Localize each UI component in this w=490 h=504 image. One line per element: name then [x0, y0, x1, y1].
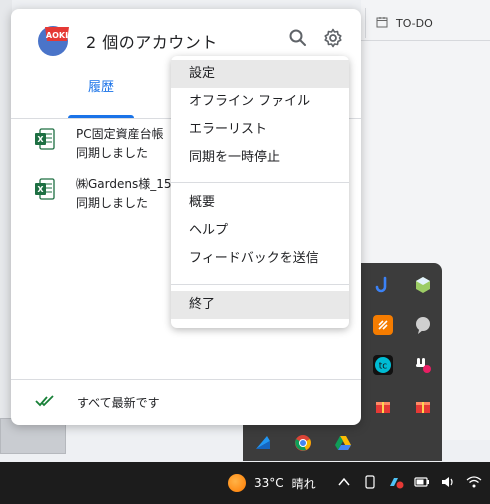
temperature-text: 33°C	[254, 476, 284, 490]
search-icon[interactable]	[287, 27, 309, 49]
settings-gear-icon[interactable]	[322, 27, 344, 49]
menu-divider	[171, 182, 349, 183]
tray-app-icon-chrome[interactable]	[293, 433, 313, 453]
file-sync-status: 同期しました	[76, 146, 149, 160]
menu-item-offline-files[interactable]: オフライン ファイル	[171, 88, 349, 116]
file-sync-status: 同期しました	[76, 196, 149, 210]
tray-app-icon-cube[interactable]	[413, 275, 433, 295]
svg-text:X: X	[37, 135, 44, 144]
tray-app-icon-google-drive[interactable]	[333, 433, 353, 453]
check-all-icon	[35, 392, 57, 410]
tray-app-icon-orange[interactable]	[373, 315, 393, 335]
weather-widget[interactable]: 33°C 晴れ	[228, 462, 316, 504]
svg-text:tc: tc	[379, 362, 388, 372]
tray-app-icon-gift-2[interactable]	[413, 395, 433, 415]
tab-history[interactable]: 履歴	[68, 71, 134, 119]
tray-app-icon-bubble[interactable]	[413, 315, 433, 335]
taskbar: 33°C 晴れ	[0, 462, 490, 504]
wifi-icon[interactable]	[466, 475, 482, 492]
volume-icon[interactable]	[440, 475, 456, 492]
sun-icon	[228, 474, 246, 492]
excel-icon: X	[34, 177, 56, 201]
background-divider	[361, 40, 490, 41]
active-tab-indicator	[68, 115, 134, 118]
file-name: ㈱Gardens様_15	[76, 177, 172, 191]
popup-footer: すべて最新です	[11, 379, 361, 425]
menu-item-about[interactable]: 概要	[171, 189, 349, 217]
tray-app-icon-tc[interactable]: tc	[373, 355, 393, 375]
excel-icon: X	[34, 127, 56, 151]
tray-app-icon-arrow[interactable]	[253, 433, 273, 453]
menu-item-send-feedback[interactable]: フィードバックを送信	[171, 245, 349, 273]
menu-item-help[interactable]: ヘルプ	[171, 217, 349, 245]
tray-app-icon-gift-1[interactable]	[373, 395, 393, 415]
file-name: PC固定資産台帳	[76, 127, 164, 141]
system-tray	[336, 462, 482, 504]
account-title[interactable]: 2 個のアカウント	[86, 29, 218, 53]
menu-item-error-list[interactable]: エラーリスト	[171, 116, 349, 144]
settings-menu: 設定 オフライン ファイル エラーリスト 同期を一時停止 概要 ヘルプ フィード…	[171, 56, 349, 328]
svg-text:X: X	[37, 185, 44, 194]
avatar-logo-text: AOKI	[46, 31, 68, 40]
chevron-up-icon[interactable]	[336, 476, 352, 490]
menu-item-quit[interactable]: 終了	[171, 291, 349, 319]
calendar-icon	[376, 16, 388, 31]
menu-item-pause-sync[interactable]: 同期を一時停止	[171, 144, 349, 172]
background-app-tab[interactable]: TO-DO	[365, 8, 490, 38]
weather-text: 晴れ	[291, 476, 316, 491]
tray-app-icon-slack[interactable]	[413, 355, 433, 375]
drive-sync-error-icon[interactable]	[388, 475, 404, 492]
background-app-tab-label: TO-DO	[396, 16, 433, 30]
sync-status-text: すべて最新です	[77, 396, 160, 410]
phone-link-icon[interactable]	[362, 474, 378, 492]
menu-item-settings[interactable]: 設定	[171, 60, 349, 88]
menu-divider	[171, 284, 349, 285]
battery-icon[interactable]	[414, 476, 430, 491]
tray-app-icon-blue-hook[interactable]	[373, 275, 393, 295]
account-avatar[interactable]: AOKI	[35, 21, 75, 57]
